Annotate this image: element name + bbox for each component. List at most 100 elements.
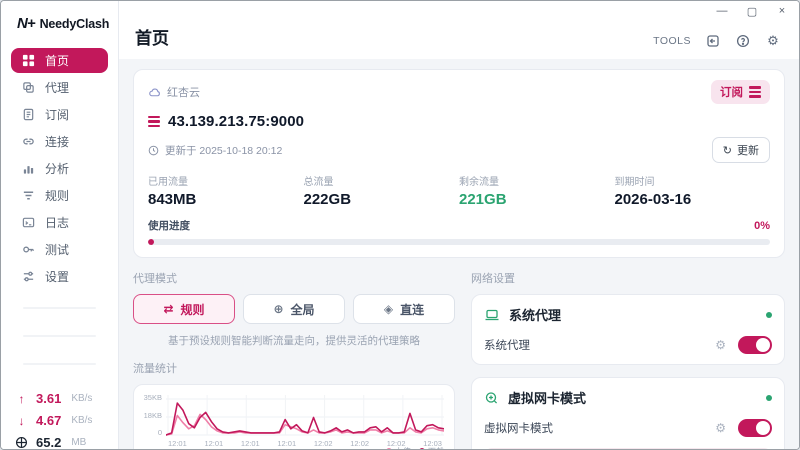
subscription-stat: 总流量 222GB: [304, 173, 460, 208]
subscribe-button[interactable]: 订阅: [711, 80, 770, 104]
dashboard-content: 红杏云 订阅 43.139.213.75:9000: [119, 59, 799, 449]
server-address: 43.139.213.75:9000: [168, 113, 304, 130]
network-card-tun: 虚拟网卡模式 虚拟网卡模式 ⚙ 安装服务: [471, 377, 785, 449]
sliders-icon: [21, 270, 35, 284]
subscribe-icon: [21, 108, 35, 122]
help-icon[interactable]: [735, 33, 751, 49]
sidebar-item-rules[interactable]: 规则: [11, 183, 108, 208]
x-tick: 12:01: [241, 439, 260, 448]
toggle-label: 系统代理: [484, 337, 715, 353]
chart-y-axis: 35KB18KB0: [140, 393, 166, 437]
header-tools: TOOLS ⚙: [653, 33, 781, 49]
card-title: 虚拟网卡模式: [508, 388, 757, 407]
stat-value: 65.2: [36, 435, 61, 450]
link-icon: [21, 135, 35, 149]
x-tick: 12:01: [277, 439, 296, 448]
sidebar-item-link[interactable]: 连接: [11, 129, 108, 154]
sidebar-item-label: 分析: [45, 160, 69, 177]
stat-value: 221GB: [459, 191, 615, 208]
circle-db-icon: [15, 436, 28, 449]
logs-icon: [21, 216, 35, 230]
sidebar-item-label: 订阅: [45, 106, 69, 123]
sidebar-item-label: 代理: [45, 79, 69, 96]
x-tick: 12:01: [204, 439, 223, 448]
sidebar-item-proxy[interactable]: 代理: [11, 75, 108, 100]
traffic-chart-card: 35KB18KB0 12:0112:0112:0112:0112:0212:02…: [133, 384, 455, 449]
mode-label: 直连: [400, 301, 424, 318]
network-settings-title: 网络设置: [471, 270, 785, 286]
traffic-chart: [166, 393, 444, 437]
progress-value: 0%: [754, 220, 770, 232]
sidebar-item-chart[interactable]: 分析: [11, 156, 108, 181]
gear-icon[interactable]: ⚙: [715, 338, 726, 352]
tun-toggle[interactable]: [738, 419, 772, 437]
sidebar-item-subscribe[interactable]: 订阅: [11, 102, 108, 127]
key-icon: [21, 243, 35, 257]
page-header: 首页 TOOLS ⚙: [119, 1, 799, 59]
mode-button-直连[interactable]: ◈ 直连: [353, 294, 455, 324]
stat-label: 已用流量: [148, 173, 304, 188]
logo-icon: N+: [17, 15, 35, 32]
sidebar-item-grid[interactable]: 首页: [11, 48, 108, 73]
sidebar-item-key[interactable]: 测试: [11, 237, 108, 262]
app-window: N+ NeedyClash 首页 代理 订阅 连接 分析 规则 日志 测试: [0, 0, 800, 450]
tools-label: TOOLS: [653, 35, 691, 47]
stat-unit: KB/s: [71, 393, 92, 404]
stat-label: 剩余流量: [459, 173, 615, 188]
page-title: 首页: [135, 24, 169, 49]
mode-button-规则[interactable]: ⇄ 规则: [133, 294, 235, 324]
mode-icon: ◈: [384, 302, 393, 316]
network-card-laptop: 系统代理 系统代理 ⚙: [471, 294, 785, 365]
subscription-stat: 已用流量 843MB: [148, 173, 304, 208]
updated-at: 更新于 2025-10-18 20:12: [165, 143, 282, 158]
traffic-title: 流量统计: [133, 360, 455, 376]
mode-button-全局[interactable]: ⊕ 全局: [243, 294, 345, 324]
subscription-stats: 已用流量 843MB总流量 222GB剩余流量 221GB到期时间 2026-0…: [148, 173, 770, 208]
refresh-button-label: 更新: [737, 142, 759, 158]
sidebar: N+ NeedyClash 首页 代理 订阅 连接 分析 规则 日志 测试: [1, 1, 119, 449]
subscribe-button-label: 订阅: [720, 84, 743, 100]
gear-icon[interactable]: ⚙: [715, 421, 726, 435]
sidebar-item-label: 规则: [45, 187, 69, 204]
y-tick: 18KB: [144, 411, 162, 420]
progress-label: 使用进度: [148, 218, 190, 233]
proxy-mode-title: 代理模式: [133, 270, 455, 286]
sidebar-skeleton-lines: [23, 307, 96, 365]
sidebar-item-sliders[interactable]: 设置: [11, 264, 108, 289]
minimize-button[interactable]: —: [715, 5, 729, 18]
subscription-stat: 剩余流量 221GB: [459, 173, 615, 208]
y-tick: 0: [158, 428, 162, 437]
stat-value: 222GB: [304, 191, 460, 208]
chart-legend: 上传下载: [386, 446, 444, 449]
status-dot: [766, 312, 772, 318]
grid-icon: [21, 54, 35, 68]
laptop-icon: [484, 308, 500, 322]
maximize-button[interactable]: ▢: [745, 5, 759, 18]
stat-unit: KB/s: [71, 415, 92, 426]
sidebar-traffic-stats: ↑ 3.61 KB/s↓ 4.67 KB/s 65.2 MB: [11, 391, 108, 450]
close-button[interactable]: ×: [775, 5, 789, 18]
legend-item: 上传: [386, 446, 411, 449]
tun-icon: [484, 391, 499, 405]
usage-progress-bar: [148, 239, 770, 245]
stat-value: 2026-03-16: [615, 191, 771, 208]
settings-icon[interactable]: ⚙: [765, 33, 781, 49]
sidebar-item-label: 日志: [45, 214, 69, 231]
stat-label: 总流量: [304, 173, 460, 188]
sidebar-item-logs[interactable]: 日志: [11, 210, 108, 235]
install-service-button[interactable]: 安装服务: [484, 448, 772, 449]
restore-icon[interactable]: [705, 33, 721, 49]
chart-icon: [21, 162, 35, 176]
upload-speed: ↑ 3.61 KB/s: [15, 391, 104, 406]
stat-value: 4.67: [36, 413, 61, 428]
cloud-icon: [148, 86, 161, 99]
proxy-mode-switcher: ⇄ 规则 ⊕ 全局 ◈ 直连: [133, 294, 455, 324]
sidebar-item-label: 连接: [45, 133, 69, 150]
laptop-toggle[interactable]: [738, 336, 772, 354]
refresh-button[interactable]: ↻ 更新: [712, 137, 770, 163]
list-icon: [749, 86, 761, 97]
mode-icon: ⊕: [273, 302, 283, 316]
subscription-stat: 到期时间 2026-03-16: [615, 173, 771, 208]
status-dot: [766, 395, 772, 401]
window-controls: — ▢ ×: [715, 5, 789, 18]
